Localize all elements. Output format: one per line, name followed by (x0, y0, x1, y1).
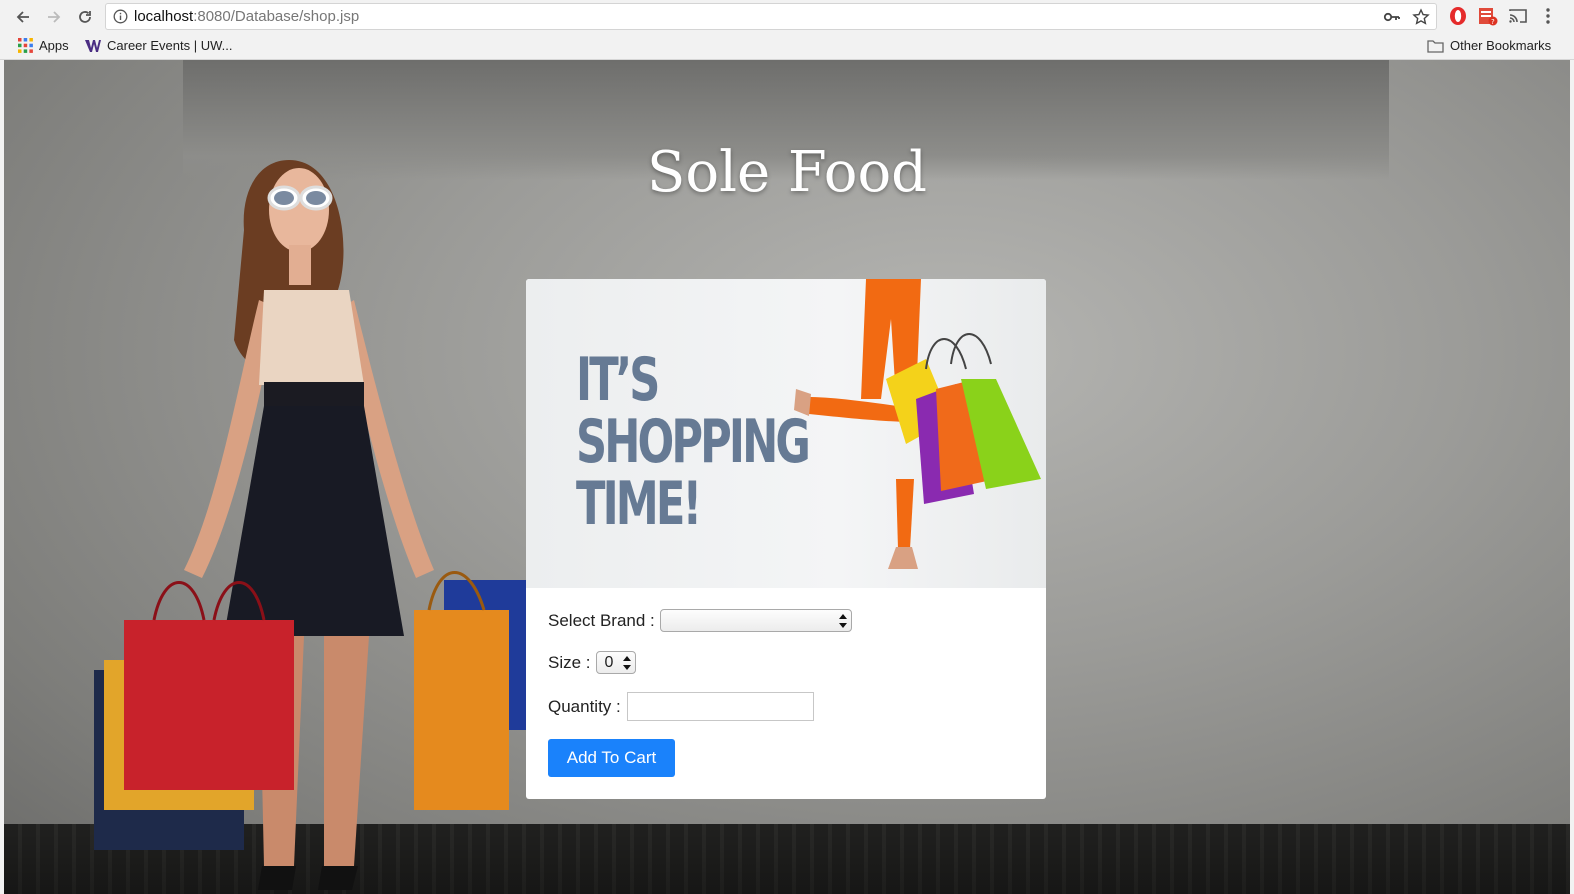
other-bookmarks[interactable]: Other Bookmarks (1427, 38, 1551, 53)
quantity-row: Quantity : (548, 692, 814, 721)
shop-card: IT’S SHOPPING TIME! Select Brand: Size … (526, 279, 1046, 799)
size-label: Size : (548, 652, 591, 672)
key-icon[interactable] (1383, 8, 1401, 26)
cast-icon[interactable] (1508, 6, 1528, 26)
apps-grid-icon (18, 38, 33, 53)
quantity-input[interactable] (626, 692, 814, 721)
extension-icon[interactable]: ? (1478, 6, 1498, 26)
size-select[interactable]: 0 (595, 651, 636, 674)
select-arrows-icon (838, 614, 847, 628)
add-to-cart-button[interactable]: Add To Cart (548, 739, 675, 777)
folder-icon (1427, 39, 1444, 53)
bookmark-label: Apps (39, 38, 69, 53)
reload-icon (79, 11, 91, 23)
bookmark-label: Career Events | UW... (107, 38, 233, 53)
info-icon (113, 9, 128, 24)
forward-button[interactable] (43, 6, 65, 28)
brand-label: Select Brand : (548, 610, 655, 630)
page-background: Sole Food IT’S SHOPPING TIME! Select Bra… (4, 60, 1570, 894)
uw-logo-icon (85, 39, 101, 52)
bookmark-apps[interactable]: Apps (18, 38, 69, 53)
menu-dots-icon[interactable] (1538, 6, 1558, 26)
quantity-label: Quantity : (548, 696, 621, 716)
star-icon[interactable] (1412, 8, 1430, 26)
site-title: Sole Food (647, 140, 927, 205)
arrow-right-icon (48, 11, 61, 23)
brand-select[interactable] (659, 609, 852, 632)
svg-text:?: ? (1491, 18, 1495, 26)
back-button[interactable] (12, 6, 34, 28)
arrow-left-icon (16, 11, 29, 23)
hero-text: IT’S SHOPPING TIME! (576, 345, 811, 539)
brand-row: Select Brand : (548, 609, 852, 632)
opera-extension-icon[interactable] (1448, 6, 1468, 26)
reload-button[interactable] (74, 6, 96, 28)
select-arrows-icon (622, 656, 631, 670)
browser-chrome: localhost:8080/Database/shop.jsp ? Apps … (0, 0, 1574, 60)
url-text: localhost:8080/Database/shop.jsp (134, 8, 360, 25)
bookmarks-bar: Apps Career Events | UW... Other Bookmar… (0, 34, 1574, 58)
shopping-bags-illustration (794, 279, 1041, 569)
other-bookmarks-label: Other Bookmarks (1450, 38, 1552, 53)
bookmark-career-events[interactable]: Career Events | UW... (85, 38, 232, 53)
shopper-photo (94, 160, 529, 890)
address-bar[interactable]: localhost:8080/Database/shop.jsp (105, 3, 1437, 30)
size-row: Size : 0 (548, 651, 636, 674)
hero-banner: IT’S SHOPPING TIME! (526, 279, 1046, 588)
